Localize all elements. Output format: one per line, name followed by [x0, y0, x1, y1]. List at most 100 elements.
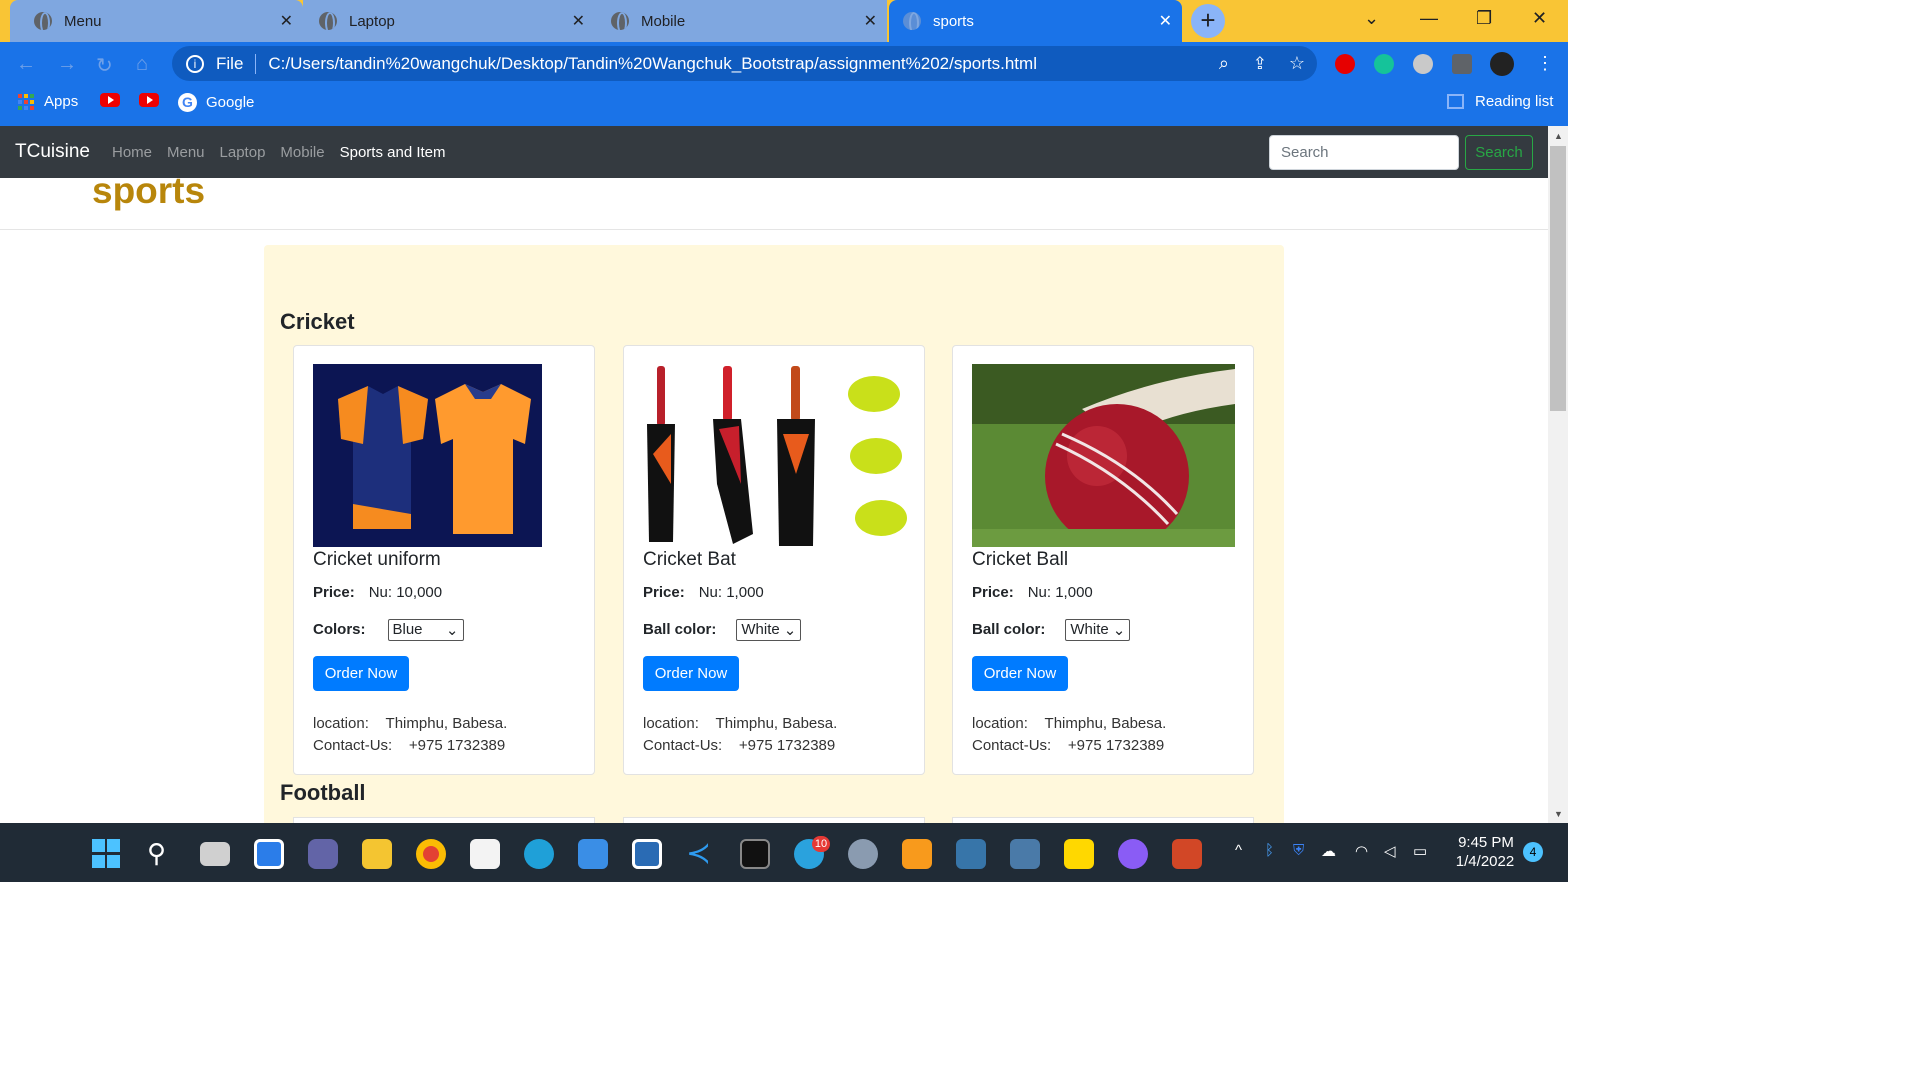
address-bar[interactable]: i File C:/Users/tandin%20wangchuk/Deskto… — [172, 46, 1317, 81]
volume-icon[interactable]: ◁ — [1384, 842, 1396, 860]
scroll-up-icon[interactable]: ▲ — [1554, 131, 1563, 141]
section-heading-football: Football — [280, 780, 366, 805]
task-view-icon[interactable] — [200, 842, 230, 866]
chevron-up-icon[interactable]: ^ — [1235, 842, 1242, 859]
globe-icon — [319, 12, 337, 30]
chevron-down-icon: ⌄ — [783, 622, 797, 639]
file-explorer-icon[interactable] — [362, 839, 392, 869]
sticky-notes-icon[interactable] — [1064, 839, 1094, 869]
back-icon[interactable]: ← — [16, 53, 36, 76]
tab-menu[interactable]: Menu ✕ — [10, 0, 303, 42]
scrollbar-thumb[interactable] — [1550, 146, 1566, 411]
mail-icon[interactable] — [578, 839, 608, 869]
chrome-icon[interactable] — [416, 839, 446, 869]
chevron-down-icon: ⌄ — [1112, 622, 1126, 639]
price-row: Price: Nu: 10,000 — [313, 584, 443, 601]
contact-row: Contact-Us: +975 1732389 — [972, 737, 1165, 754]
windows-start-icon[interactable] — [92, 839, 122, 869]
search-button[interactable]: Search — [1465, 135, 1533, 170]
new-tab-button[interactable]: + — [1191, 4, 1225, 38]
tab-laptop[interactable]: Laptop ✕ — [303, 0, 595, 42]
price-value: Nu: 1,000 — [1027, 584, 1093, 601]
more-icon[interactable]: ⋮ — [1536, 53, 1554, 74]
battery-icon[interactable]: ▭ — [1413, 842, 1427, 860]
ball-color-select[interactable]: White ⌄ — [736, 619, 802, 641]
product-title: Cricket Bat — [643, 549, 736, 570]
search-input[interactable]: Search — [1269, 135, 1459, 170]
settings-icon[interactable] — [848, 839, 878, 869]
shield-icon[interactable]: ⛨ — [1293, 842, 1304, 859]
bookmark-youtube[interactable] — [139, 93, 159, 107]
bookmark-apps[interactable]: Apps — [18, 93, 78, 110]
minimize-icon[interactable]: — — [1420, 8, 1438, 29]
grammarly-icon[interactable] — [1374, 54, 1394, 74]
nav-link-sports[interactable]: Sports and Item — [340, 144, 446, 161]
sublime-icon[interactable] — [902, 839, 932, 869]
clock-time[interactable]: 9:45 PM — [1456, 834, 1516, 851]
extension-icon[interactable] — [1335, 54, 1355, 74]
notification-count-badge[interactable]: 4 — [1523, 842, 1543, 862]
page-title: sports — [92, 170, 206, 211]
product-image-cricket-bat — [643, 364, 908, 547]
store-icon[interactable] — [470, 839, 500, 869]
price-value: Nu: 10,000 — [368, 584, 443, 601]
puzzle-icon[interactable] — [1452, 54, 1472, 74]
globe-icon — [34, 12, 52, 30]
close-window-icon[interactable]: ✕ — [1532, 8, 1547, 29]
brand-logo[interactable]: TCuisine — [15, 141, 90, 163]
bluetooth-icon[interactable]: ᛒ — [1265, 842, 1274, 859]
close-tab-icon[interactable]: ✕ — [572, 11, 585, 31]
bookmark-google[interactable]: G Google — [178, 93, 254, 112]
product-title: Cricket uniform — [313, 549, 441, 570]
nav-link-menu[interactable]: Menu — [167, 144, 205, 161]
scroll-down-icon[interactable]: ▼ — [1554, 809, 1563, 819]
product-card: Cricket Bat Price: Nu: 1,000 Ball color: W… — [623, 345, 925, 775]
section-heading-cricket: Cricket — [280, 309, 355, 334]
edge-icon[interactable] — [524, 839, 554, 869]
close-tab-icon[interactable]: ✕ — [864, 11, 877, 31]
nav-link-mobile[interactable]: Mobile — [280, 144, 324, 161]
color-select[interactable]: Blue ⌄ — [387, 619, 464, 641]
wifi-icon[interactable]: ◠ — [1355, 842, 1368, 860]
teams-chat-icon[interactable] — [308, 839, 338, 869]
star-icon[interactable]: ☆ — [1289, 53, 1305, 74]
messenger-icon[interactable] — [1118, 839, 1148, 869]
terminal-icon[interactable] — [740, 839, 770, 869]
bookmark-youtube[interactable] — [100, 93, 120, 107]
app-icon[interactable] — [632, 839, 662, 869]
tab-sports[interactable]: sports ✕ — [889, 0, 1182, 42]
reload-icon[interactable]: ↻ — [96, 53, 113, 78]
reading-list[interactable]: Reading list — [1447, 93, 1553, 110]
url-text[interactable]: C:/Users/tandin%20wangchuk/Desktop/Tandi… — [268, 54, 1037, 74]
ball-color-select[interactable]: White ⌄ — [1065, 619, 1131, 641]
home-icon[interactable]: ⌂ — [136, 53, 148, 76]
order-now-button[interactable]: Order Now — [643, 656, 739, 691]
widgets-icon[interactable] — [254, 839, 284, 869]
search-icon[interactable]: ⚲ — [147, 839, 177, 869]
restore-icon[interactable]: ❐ — [1476, 8, 1492, 29]
notification-badge: 10 — [812, 836, 830, 852]
extension-icon[interactable] — [1413, 54, 1433, 74]
powerpoint-icon[interactable] — [1172, 839, 1202, 869]
zoom-icon[interactable]: ⌕ — [1219, 53, 1229, 74]
option-row: Colors: Blue ⌄ — [313, 619, 464, 641]
share-icon[interactable]: ⇪ — [1253, 54, 1267, 74]
close-tab-icon[interactable]: ✕ — [280, 11, 293, 31]
cloud-icon[interactable]: ☁ — [1321, 842, 1336, 860]
clock-date[interactable]: 1/4/2022 — [1452, 853, 1518, 870]
python-icon[interactable] — [956, 839, 986, 869]
apps-grid-icon — [18, 93, 34, 110]
info-icon[interactable]: i — [186, 54, 204, 73]
avatar[interactable] — [1490, 52, 1514, 76]
tab-mobile[interactable]: Mobile ✕ — [595, 0, 887, 42]
vscode-icon[interactable]: ≺ — [686, 839, 716, 869]
page-scrollbar[interactable]: ▲ ▼ — [1548, 126, 1568, 823]
close-tab-icon[interactable]: ✕ — [1159, 11, 1172, 31]
tab-search-icon[interactable]: ⌄ — [1364, 8, 1379, 29]
nav-link-laptop[interactable]: Laptop — [220, 144, 266, 161]
nav-link-home[interactable]: Home — [112, 144, 152, 161]
order-now-button[interactable]: Order Now — [313, 656, 409, 691]
order-now-button[interactable]: Order Now — [972, 656, 1068, 691]
forward-icon[interactable]: → — [57, 53, 77, 76]
app-icon[interactable] — [1010, 839, 1040, 869]
